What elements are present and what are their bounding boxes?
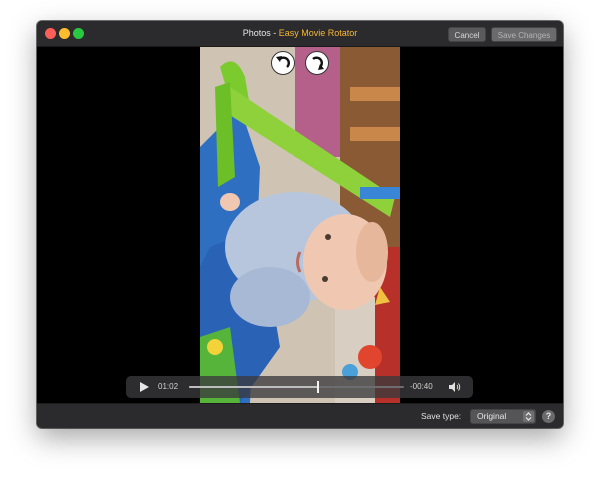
video-image: [200, 47, 400, 403]
title-separator: -: [273, 28, 277, 38]
playback-controls: 01:02 -00:40: [126, 376, 473, 398]
title-prefix: Photos: [242, 28, 271, 38]
scrubber-handle[interactable]: [317, 381, 319, 393]
play-icon[interactable]: [138, 381, 150, 393]
save-type-value: Original: [477, 411, 507, 421]
rotate-counterclockwise-icon: [276, 56, 290, 68]
rotate-right-button[interactable]: [305, 51, 329, 75]
remaining-time: -00:40: [410, 382, 433, 391]
elapsed-time: 01:02: [158, 382, 179, 391]
cancel-button[interactable]: Cancel: [448, 27, 486, 42]
bottom-bar: Save type: Original ?: [37, 403, 563, 428]
save-type-label: Save type:: [421, 411, 462, 421]
chevron-updown-icon: [523, 411, 534, 422]
app-window: Photos - Easy Movie Rotator Cancel Save …: [37, 21, 563, 428]
video-frame: [200, 47, 400, 403]
scrubber-progress: [189, 386, 318, 388]
speaker-icon[interactable]: [448, 381, 462, 393]
rotate-clockwise-icon: [312, 56, 324, 70]
save-changes-button[interactable]: Save Changes: [491, 27, 557, 42]
help-button[interactable]: ?: [542, 410, 555, 423]
rotate-left-button[interactable]: [271, 51, 295, 75]
title-app-name: Easy Movie Rotator: [278, 28, 358, 38]
title-bar: Photos - Easy Movie Rotator Cancel Save …: [37, 21, 563, 47]
save-type-select[interactable]: Original: [470, 409, 536, 424]
playback-scrubber[interactable]: [189, 381, 404, 393]
